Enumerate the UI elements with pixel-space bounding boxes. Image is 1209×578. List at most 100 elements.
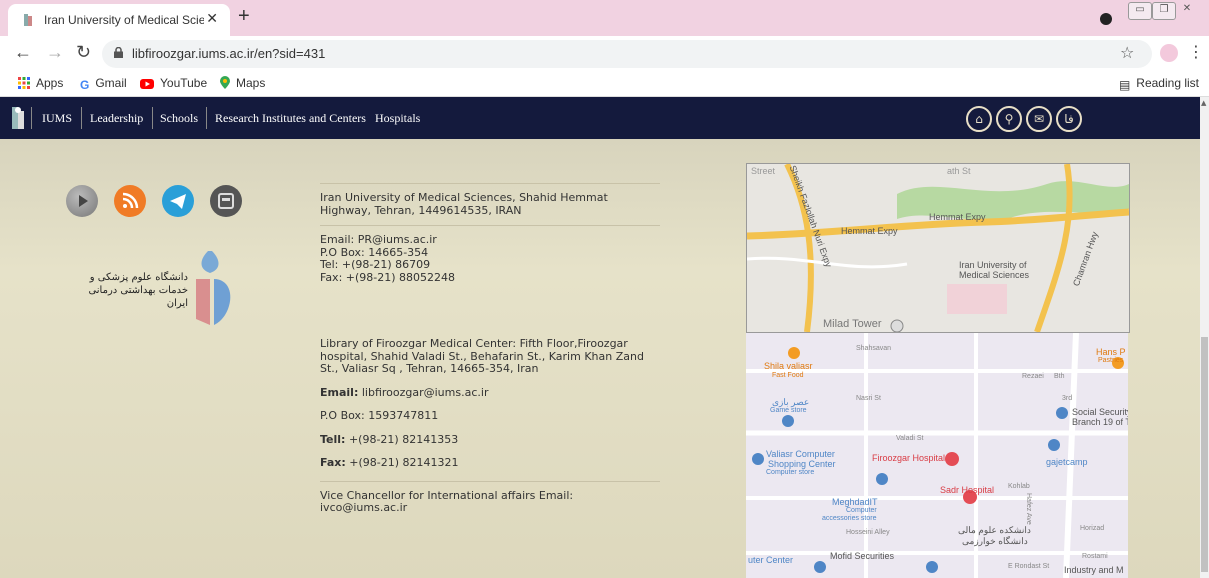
telegram-icon[interactable] (162, 185, 194, 217)
rss-icon[interactable] (114, 185, 146, 217)
map-label: Rezaei (1022, 373, 1044, 380)
main-address: Iran University of Medical Sciences, Sha… (320, 191, 608, 217)
back-icon[interactable]: ← (14, 42, 32, 63)
library-fax-label: Fax: (320, 456, 346, 469)
nav-research[interactable]: Research Institutes and Centers (215, 111, 366, 126)
nav-divider (206, 107, 207, 129)
youtube-icon (140, 78, 154, 92)
map-label: Social Security (1072, 407, 1128, 417)
address-bar[interactable]: libfiroozgar.iums.ac.ir/en?sid=431 (102, 40, 1152, 68)
tab-strip: Iran University of Medical Science ✕ + ▭… (0, 0, 1209, 36)
nav-divider (31, 107, 32, 129)
nav-hospitals[interactable]: Hospitals (375, 111, 420, 126)
map-label: E Rondast St (1008, 563, 1050, 570)
mail-icon[interactable]: ✉ (1026, 106, 1052, 132)
map-label: Sadr Hospital (940, 485, 995, 495)
bookmarks-bar: Apps G Gmail YouTube Maps ▤ Reading list (0, 70, 1209, 97)
iums-favicon-icon (24, 14, 32, 26)
vice-chancellor-block: Vice Chancellor for International affair… (320, 480, 660, 515)
library-fax: +(98-21) 82141321 (349, 456, 459, 469)
map-label: Valiasr Computer (766, 449, 835, 459)
persian-language-icon[interactable]: فا (1056, 106, 1082, 132)
university-logo: دانشگاه علوم پزشکی و خدمات بهداشتی درمان… (70, 249, 240, 329)
map-label: Hemmat Expy (929, 212, 986, 222)
map-label: 3rd (1062, 395, 1073, 402)
home-icon[interactable]: ⌂ (966, 106, 992, 132)
forward-icon[interactable]: → (46, 42, 64, 63)
nav-schools[interactable]: Schools (160, 111, 198, 126)
map-label: Game store (770, 407, 807, 414)
close-window-icon[interactable]: ✕ (1176, 2, 1198, 18)
main-fax: Fax: +(98-21) 88052248 (320, 270, 456, 284)
map-label: uter Center (748, 555, 794, 565)
news-icon[interactable] (210, 185, 242, 217)
map-label: Bth (1054, 373, 1065, 380)
library-email-label: Email: (320, 385, 359, 399)
account-avatar[interactable] (1160, 44, 1178, 62)
map-label: Shila valiasr (764, 361, 813, 371)
map-label: gajetcamp (1046, 457, 1088, 467)
map-label: Shahsavan (856, 345, 892, 352)
profile-icon[interactable] (1100, 13, 1112, 25)
bookmark-apps-label: Apps (36, 76, 64, 90)
main-address-block: Iran University of Medical Sciences, Sha… (320, 183, 660, 217)
bookmark-gmail[interactable]: G Gmail (80, 76, 127, 92)
url-text: libfiroozgar.iums.ac.ir/en?sid=431 (132, 46, 326, 61)
map-label: Kohlab (1008, 483, 1030, 490)
close-tab-icon[interactable]: ✕ (206, 11, 218, 27)
map-label: MeghdadIT (832, 497, 878, 507)
minimize-icon[interactable]: ▭ (1128, 2, 1152, 20)
scrollbar-thumb[interactable] (1201, 337, 1208, 572)
map-label: Hosseini Alley (846, 529, 890, 536)
footer-contact-info: Iran University of Medical Sciences, Sha… (320, 183, 660, 523)
main-tel: Tel: +(98-21) 86709 (320, 258, 431, 271)
map-label: accessories store (822, 515, 877, 522)
reading-list-button[interactable]: ▤ Reading list (1119, 76, 1199, 92)
restore-icon[interactable]: ❐ (1152, 2, 1176, 20)
main-contact-block: Email: PR@iums.ac.ir P.O Box: 14665-354 … (320, 225, 660, 284)
nav-leadership[interactable]: Leadership (90, 111, 143, 126)
university-logo-text: دانشگاه علوم پزشکی و خدمات بهداشتی درمان… (88, 272, 188, 309)
google-icon: G (80, 78, 90, 92)
campus-map[interactable]: Hemmat Expy Hemmat Expy Sheikh Fazlollah… (746, 163, 1130, 333)
library-map[interactable]: Shila valiasr Fast Food Shahsavan عصر با… (746, 333, 1128, 578)
map-label: Milad Tower (823, 318, 882, 330)
tab-title: Iran University of Medical Science (44, 13, 204, 27)
reading-list-label: Reading list (1136, 76, 1199, 90)
site-header: IUMS Leadership Schools Research Institu… (0, 97, 1200, 139)
library-tell-label: Tell: (320, 432, 346, 446)
map-label: Industry and M (1064, 565, 1124, 575)
bookmark-maps[interactable]: Maps (220, 76, 265, 92)
browser-menu-icon[interactable]: ⋮ (1188, 42, 1204, 61)
map-label: Hans P (1096, 347, 1126, 357)
browser-tab[interactable]: Iran University of Medical Science ✕ (8, 4, 230, 36)
library-pobox: P.O Box: 1593747811 (320, 409, 439, 422)
footer-content: دانشگاه علوم پزشکی و خدمات بهداشتی درمان… (0, 139, 1200, 578)
map-label: دانشگاه خوارزمی (962, 536, 1028, 546)
reading-list-icon: ▤ (1118, 78, 1131, 92)
map-label: ath St (947, 166, 971, 176)
scroll-up-icon[interactable]: ▲ (1201, 99, 1206, 107)
map-label: Street (751, 166, 776, 176)
new-tab-icon[interactable]: + (238, 5, 250, 28)
nav-iums[interactable]: IUMS (42, 111, 72, 126)
reload-icon[interactable]: ↻ (76, 42, 91, 63)
window-controls: ▭ ❐ ✕ (1128, 0, 1204, 22)
video-icon[interactable] (66, 185, 98, 217)
main-email[interactable]: Email: PR@iums.ac.ir (320, 233, 660, 247)
vice-chancellor-email: Vice Chancellor for International affair… (320, 488, 574, 514)
bookmark-maps-label: Maps (236, 76, 266, 90)
bookmark-youtube-label: YouTube (160, 76, 208, 90)
search-icon[interactable]: ⚲ (996, 106, 1022, 132)
map-label: Shopping Center (768, 459, 836, 469)
bookmark-youtube[interactable]: YouTube (140, 76, 207, 92)
map-label: Computer (846, 507, 877, 514)
iums-logo-icon[interactable] (10, 105, 26, 131)
bookmark-apps[interactable]: Apps (18, 76, 63, 92)
page-scrollbar[interactable]: ▲ (1200, 97, 1209, 578)
map-label: Valadi St (896, 435, 924, 442)
bookmark-gmail-label: Gmail (95, 76, 127, 90)
bookmark-star-icon[interactable]: ☆ (1120, 43, 1134, 62)
map-label: Iran University of Medical Sciences (959, 260, 1030, 280)
library-email[interactable]: libfiroozgar@iums.ac.ir (362, 386, 489, 399)
